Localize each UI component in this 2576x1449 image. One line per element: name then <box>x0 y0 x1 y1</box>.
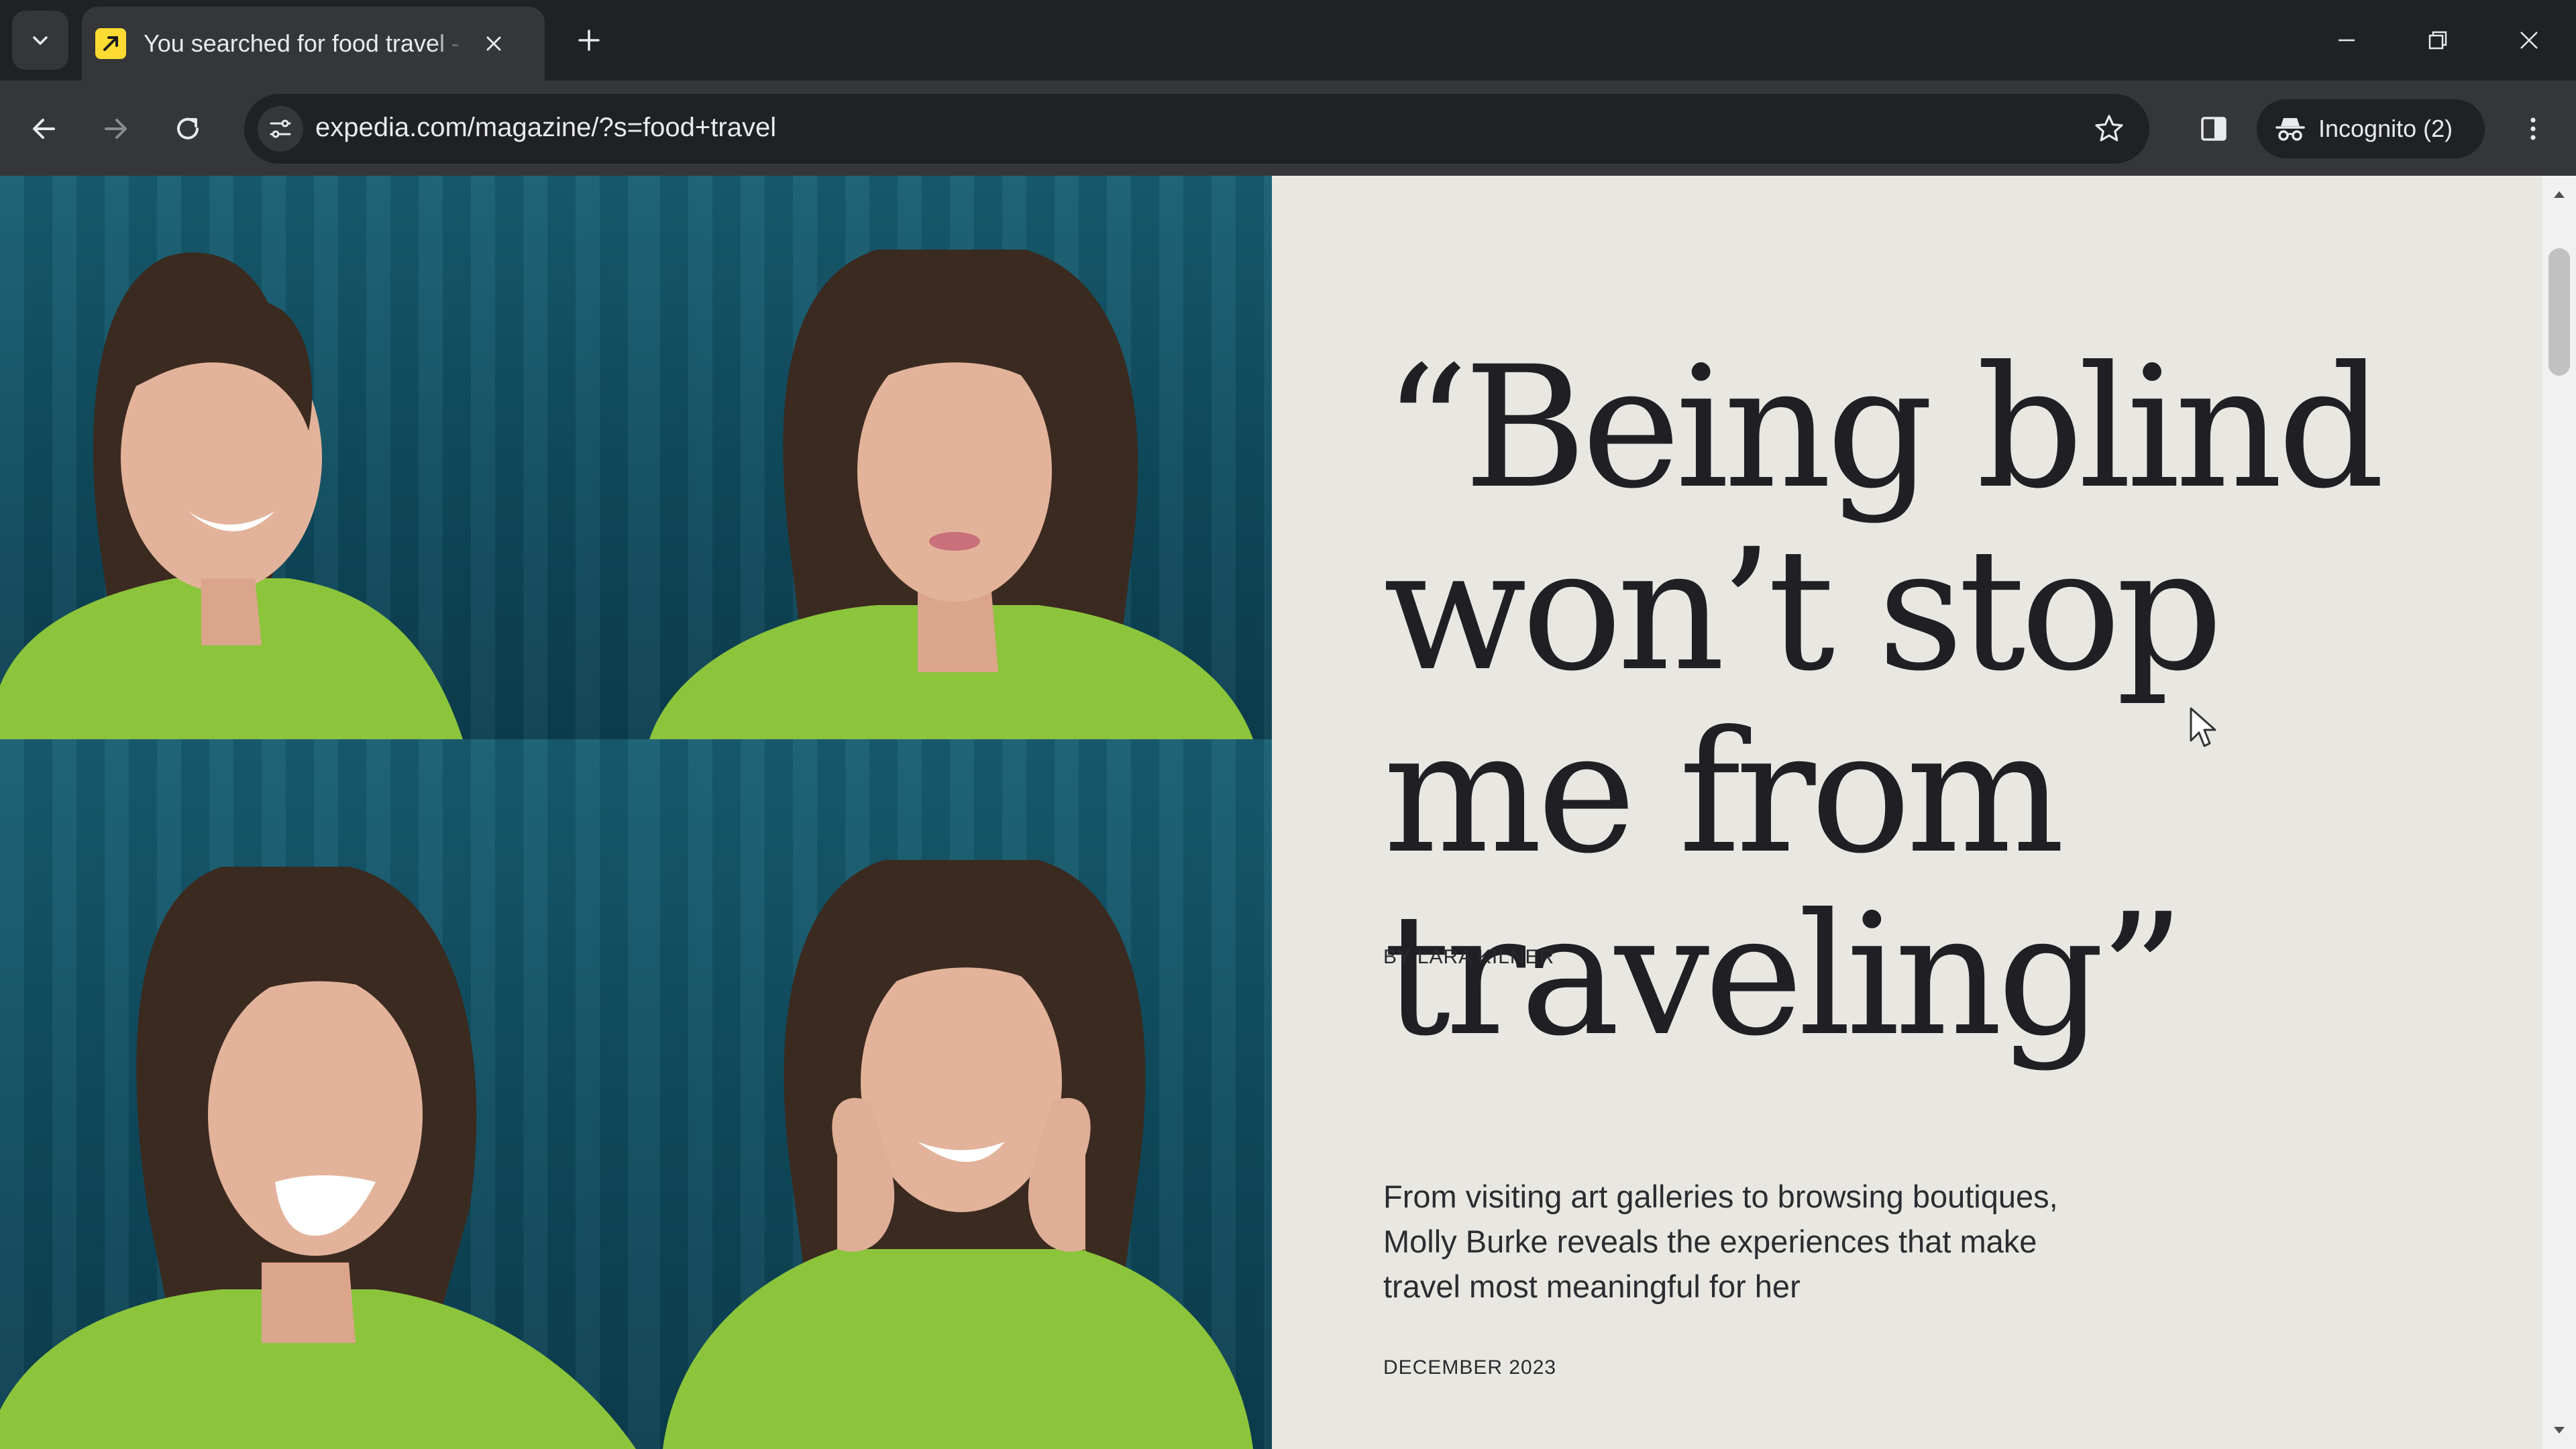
tab-strip: You searched for food travel - Expedia <box>0 0 2576 80</box>
triangle-up-icon <box>2554 191 2565 198</box>
article-byline: BY LARA KILNER <box>1383 946 1555 968</box>
scroll-up-button[interactable] <box>2542 180 2576 209</box>
minimize-button[interactable] <box>2325 19 2368 62</box>
side-panel-icon <box>2201 117 2226 141</box>
tab-title: You searched for food travel - Expedia <box>144 30 466 57</box>
back-button[interactable] <box>17 102 71 156</box>
portrait-photo-smiling <box>0 176 636 739</box>
page-scrollbar[interactable] <box>2542 176 2576 1449</box>
portrait-photo-neutral <box>636 176 1272 739</box>
close-icon <box>2520 32 2538 49</box>
hero-photo-collage <box>0 176 1272 1449</box>
site-info-button[interactable] <box>258 106 303 152</box>
triangle-down-icon <box>2554 1427 2565 1434</box>
chevron-down-icon <box>33 36 48 45</box>
incognito-label: Incognito (2) <box>2318 115 2453 142</box>
active-tab[interactable]: You searched for food travel - Expedia <box>82 7 545 80</box>
restore-button[interactable] <box>2416 19 2459 62</box>
page-viewport: “Being blind won’t stop me from travelin… <box>0 176 2576 1449</box>
arrow-right-icon <box>105 119 127 139</box>
mouse-cursor-icon <box>2190 707 2216 747</box>
portrait-photo-laughing <box>0 739 636 1449</box>
more-vertical-icon <box>2530 117 2536 140</box>
tab-search-button[interactable] <box>12 11 68 70</box>
article-dek: From visiting art galleries to browsing … <box>1383 1179 2058 1304</box>
article-date: DECEMBER 2023 <box>1383 1356 1557 1379</box>
star-icon <box>2095 115 2123 142</box>
close-window-button[interactable] <box>2508 19 2551 62</box>
close-icon <box>486 36 501 51</box>
url-text[interactable]: expedia.com/magazine/?s=food+travel <box>315 113 776 143</box>
article-hero-text: “Being blind won’t stop me from travelin… <box>1272 176 2542 1449</box>
tab-close-button[interactable] <box>479 29 508 58</box>
plus-icon <box>578 30 600 51</box>
reload-icon <box>177 117 199 140</box>
incognito-icon <box>2275 118 2305 141</box>
portrait-photo-hands-on-face <box>636 739 1272 1449</box>
restore-icon <box>2428 31 2447 50</box>
arrow-left-icon <box>33 119 55 139</box>
browser-menu-button[interactable] <box>2506 102 2560 156</box>
reload-button[interactable] <box>161 102 215 156</box>
incognito-profile-button[interactable]: Incognito (2) <box>2257 99 2485 158</box>
browser-toolbar: expedia.com/magazine/?s=food+travel Inco… <box>0 80 2576 176</box>
scrollbar-thumb[interactable] <box>2548 248 2570 376</box>
forward-button[interactable] <box>89 102 142 156</box>
bookmark-button[interactable] <box>2089 109 2129 149</box>
address-bar[interactable]: expedia.com/magazine/?s=food+travel <box>244 94 2149 164</box>
expedia-favicon-icon <box>95 28 126 59</box>
minimize-icon <box>2339 39 2355 42</box>
tune-icon <box>270 119 291 138</box>
side-panel-button[interactable] <box>2187 102 2241 156</box>
scroll-down-button[interactable] <box>2542 1415 2576 1445</box>
new-tab-button[interactable] <box>568 19 610 62</box>
